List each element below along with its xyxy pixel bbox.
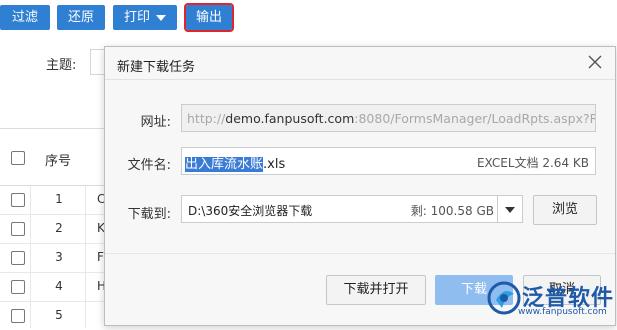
filename-label: 文件名: [127,158,171,173]
saveto-field[interactable]: D:\360安全浏览器下载 剩: 100.58 GB [181,195,523,223]
print-button[interactable]: 打印 [113,5,177,30]
row-index: 1 [55,192,63,206]
url-path: :8080/FormsManager/LoadRpts.aspx?Rptid [354,111,596,126]
table-row[interactable]: 4 H [0,272,110,302]
download-open-button[interactable]: 下载并打开 [326,275,426,305]
output-button[interactable]: 输出 [184,3,234,32]
chevron-down-icon[interactable] [497,196,522,222]
row-index: 5 [55,308,63,322]
table-row[interactable]: 1 C [0,185,110,215]
row-index: 4 [55,279,63,293]
url-host: demo.fanpusoft.com [225,111,355,126]
table-header: 序号 [0,128,110,186]
row-checkbox[interactable] [11,193,25,207]
table-row[interactable]: 3 F [0,243,110,273]
toolbar: 过滤 还原 打印 输出 [0,0,617,38]
url-field: http://demo.fanpusoft.com:8080/FormsMana… [181,104,596,132]
brand-url: www.fanpusoft.com [518,307,607,317]
browse-button[interactable]: 浏览 [533,195,597,225]
free-space: 剩: 100.58 GB [410,204,494,218]
title-divider [105,79,615,80]
restore-button[interactable]: 还原 [57,5,105,30]
filename-value: 出入库流水账.xls [185,153,285,172]
table-row[interactable]: 5 [0,301,110,330]
url-value: http://demo.fanpusoft.com:8080/FormsMana… [187,111,596,126]
row-index: 3 [55,250,63,264]
table-row[interactable]: 2 K [0,214,110,244]
topic-label: 主题: [46,58,77,73]
dialog-title: 新建下载任务 [117,60,196,75]
chevron-down-icon [156,14,166,21]
saveto-label: 下载到: [127,207,171,222]
row-index: 2 [55,221,63,235]
print-label: 打印 [123,10,150,25]
filename-extension: .xls [263,157,286,172]
row-cell: F [97,250,104,264]
close-icon[interactable] [587,55,603,71]
url-prefix: http:// [187,111,226,126]
row-checkbox[interactable] [11,280,25,294]
file-info: EXCEL文档 2.64 KB [476,156,589,170]
watermark: 泛普软件 www.fanpusoft.com [484,278,617,327]
filter-button[interactable]: 过滤 [0,5,50,30]
row-checkbox[interactable] [11,222,25,236]
saveto-path: D:\360安全浏览器下载 [188,204,313,218]
select-all-checkbox[interactable] [11,151,25,165]
filename-selection: 出入库流水账 [185,157,264,172]
filename-field[interactable]: 出入库流水账.xls EXCEL文档 2.64 KB [181,147,596,175]
row-checkbox[interactable] [11,309,25,323]
index-column-header: 序号 [45,154,72,169]
footer-divider [105,253,615,254]
row-checkbox[interactable] [11,251,25,265]
url-label: 网址: [140,115,171,130]
